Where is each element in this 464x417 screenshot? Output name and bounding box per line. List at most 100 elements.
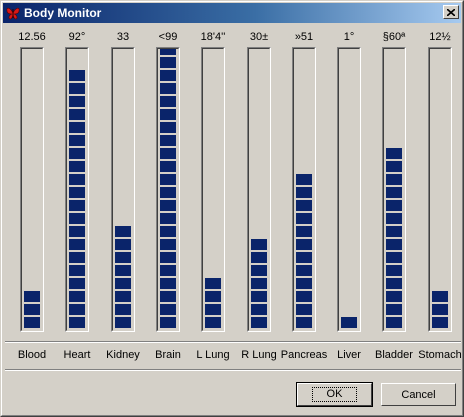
close-icon xyxy=(446,3,456,21)
gauge-segment xyxy=(160,174,176,185)
gauge-segment xyxy=(432,304,448,315)
organ-label: L Lung xyxy=(196,349,230,361)
gauge-value-label: 12½ xyxy=(429,31,451,43)
gauge-segment xyxy=(386,226,402,237)
gauge-track xyxy=(248,48,270,331)
gauge-segment xyxy=(386,265,402,276)
organ-label: Bladder xyxy=(375,349,413,361)
cancel-button[interactable]: Cancel xyxy=(381,383,456,406)
gauge-segment xyxy=(386,161,402,172)
gauge-segment xyxy=(160,83,176,94)
gauge-value-label: 1° xyxy=(343,31,355,43)
gauge-segment xyxy=(205,304,221,315)
gauge-segment xyxy=(432,317,448,328)
gauge-segment xyxy=(386,174,402,185)
gauge-segment xyxy=(69,239,85,250)
body-monitor-window: Body Monitor 12.56 Blood 92° Heart 33 Kidney <… xyxy=(0,0,464,417)
separator-top xyxy=(5,341,461,343)
gauge-segment xyxy=(296,226,312,237)
gauge-brain xyxy=(156,47,180,332)
gauge-segment xyxy=(160,70,176,81)
gauge-track xyxy=(66,48,88,331)
gauge-segment xyxy=(69,83,85,94)
gauge-segment xyxy=(296,304,312,315)
gauge-segment xyxy=(160,317,176,328)
window-title: Body Monitor xyxy=(24,6,102,20)
gauge-segment xyxy=(251,265,267,276)
gauge-segment xyxy=(296,187,312,198)
gauge-segment xyxy=(69,213,85,224)
gauge-track xyxy=(112,48,134,331)
gauge-segment xyxy=(251,304,267,315)
gauge-segment xyxy=(69,161,85,172)
gauge-segment xyxy=(296,265,312,276)
gauge-segment xyxy=(69,226,85,237)
gauge-segment xyxy=(386,252,402,263)
gauge-segment xyxy=(205,317,221,328)
gauge-segment xyxy=(251,239,267,250)
gauge-value-label: »51 xyxy=(294,31,314,43)
gauge-blood xyxy=(20,47,44,332)
gauge-segment xyxy=(69,135,85,146)
gauge-segment xyxy=(251,317,267,328)
gauge-liver xyxy=(337,47,361,332)
gauge-segment xyxy=(160,278,176,289)
gauge-segment xyxy=(205,278,221,289)
gauge-segment xyxy=(69,122,85,133)
gauge-segment xyxy=(160,187,176,198)
gauge-segment xyxy=(432,291,448,302)
gauge-segment xyxy=(160,252,176,263)
gauge-segment xyxy=(69,70,85,81)
gauge-segment xyxy=(69,187,85,198)
gauge-segment xyxy=(160,239,176,250)
gauge-segment xyxy=(69,291,85,302)
gauge-value-label: 12.56 xyxy=(18,31,46,43)
gauge-segment xyxy=(24,291,40,302)
gauge-segment xyxy=(160,291,176,302)
gauge-kidney xyxy=(111,47,135,332)
gauge-segment xyxy=(69,317,85,328)
gauge-segment xyxy=(296,317,312,328)
gauge-segment xyxy=(115,304,131,315)
gauge-value-label: 33 xyxy=(116,31,130,43)
gauge-segment xyxy=(296,291,312,302)
gauge-segment xyxy=(296,174,312,185)
gauge-segment xyxy=(341,317,357,328)
gauge-segment xyxy=(296,252,312,263)
gauge-segment xyxy=(160,49,176,55)
gauge-segment xyxy=(115,291,131,302)
gauge-segment xyxy=(69,148,85,159)
gauge-r-lung xyxy=(247,47,271,332)
gauge-segment xyxy=(251,252,267,263)
gauge-segment xyxy=(386,239,402,250)
gauge-segment xyxy=(69,265,85,276)
gauge-segment xyxy=(386,291,402,302)
gauge-segment xyxy=(386,278,402,289)
gauge-track xyxy=(202,48,224,331)
close-button[interactable] xyxy=(443,5,459,19)
gauge-segment xyxy=(296,213,312,224)
ok-button[interactable]: OK xyxy=(296,382,373,407)
gauge-segment xyxy=(115,278,131,289)
gauge-segment xyxy=(160,122,176,133)
gauge-heart xyxy=(65,47,89,332)
gauge-segment xyxy=(160,135,176,146)
gauge-segment xyxy=(160,200,176,211)
gauge-value-label: <99 xyxy=(158,31,178,43)
gauge-segment xyxy=(386,317,402,328)
gauge-segment xyxy=(115,317,131,328)
gauge-stomach xyxy=(428,47,452,332)
gauge-l-lung xyxy=(201,47,225,332)
gauge-value-label: 92° xyxy=(68,31,86,43)
gauge-segment xyxy=(296,200,312,211)
cancel-button-label: Cancel xyxy=(401,388,436,401)
gauge-segment xyxy=(160,161,176,172)
gauge-segment xyxy=(160,57,176,68)
gauge-segment xyxy=(205,291,221,302)
organ-label: Stomach xyxy=(418,349,462,361)
gauge-segment xyxy=(160,96,176,107)
red-butterfly-icon xyxy=(6,6,20,20)
gauge-segment xyxy=(69,278,85,289)
gauge-segment xyxy=(386,304,402,315)
title-bar[interactable]: Body Monitor xyxy=(3,3,461,23)
